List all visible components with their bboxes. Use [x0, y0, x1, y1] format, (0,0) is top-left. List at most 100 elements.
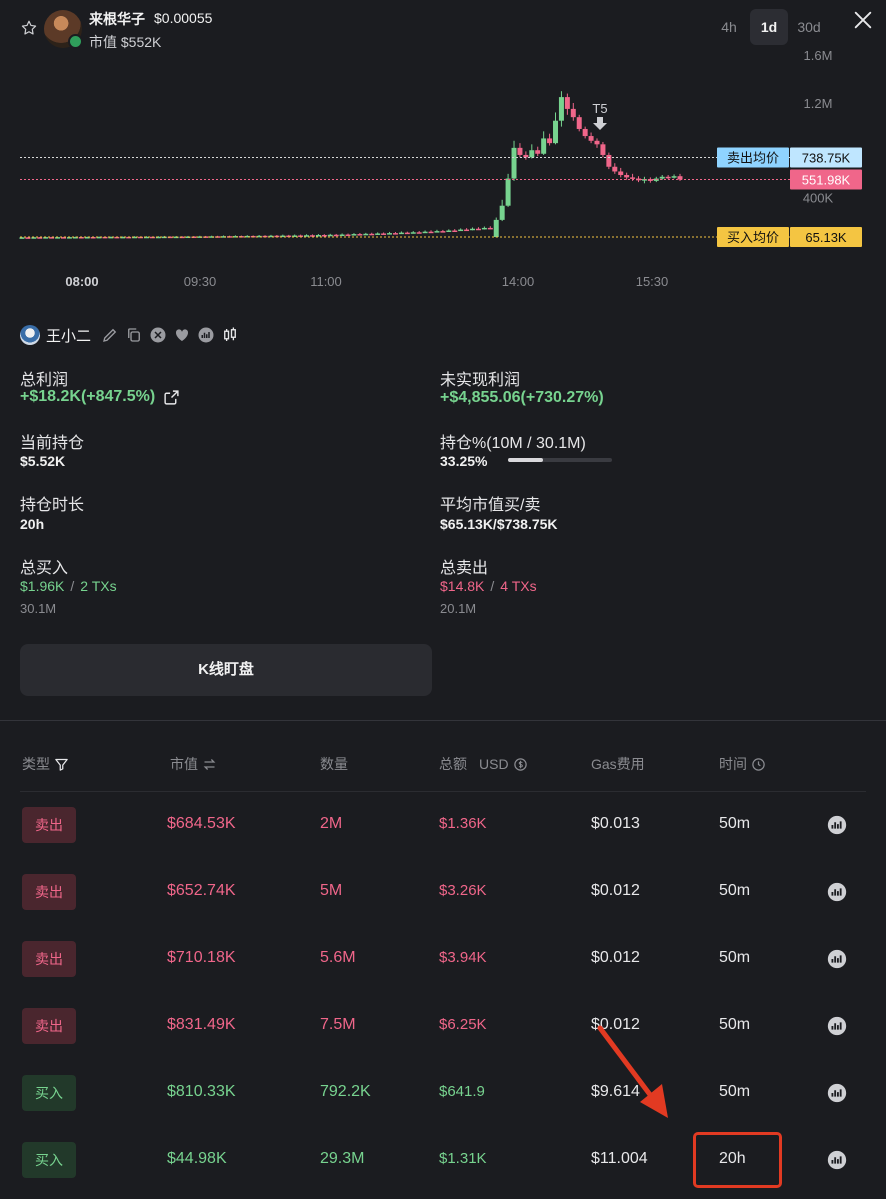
tab-1d[interactable]: 1d: [750, 9, 788, 45]
candle-body: [470, 228, 476, 231]
type-badge: 买入: [22, 1142, 76, 1178]
candle-body: [576, 117, 582, 129]
col-total-label: 总额: [439, 756, 467, 772]
position-pct-bar: [508, 458, 612, 462]
candle-body: [416, 232, 422, 234]
candle-body: [665, 176, 671, 179]
swap-icon[interactable]: [202, 757, 217, 772]
copy-icon[interactable]: [125, 326, 143, 344]
filter-icon[interactable]: [54, 757, 69, 772]
annotation-highlight: [693, 1132, 782, 1188]
col-time[interactable]: 时间: [719, 754, 766, 774]
cell-gas: $0.013: [591, 815, 640, 832]
cell-mcap: $810.33K: [167, 1083, 236, 1100]
total-buy-txs: 2 TXs: [80, 578, 117, 594]
total-profit-value: +$18.2K(+847.5%): [20, 388, 156, 405]
cell-amount: $3.94K: [439, 949, 487, 966]
price-chart[interactable]: 卖出均价 738.75K 551.98K 买入均价 65.13K 1.6M 1.2M 400K…: [0, 46, 886, 296]
total-buy-amount: $1.96K: [20, 578, 65, 594]
candle-body: [659, 176, 665, 179]
chart-icon[interactable]: [826, 1149, 848, 1171]
table-row[interactable]: 卖出 $652.74K 5M $3.26K $0.012 50m: [0, 859, 886, 926]
star-icon[interactable]: [20, 19, 38, 37]
candle-body: [630, 177, 636, 179]
candle-body: [369, 233, 375, 236]
candle-body: [511, 147, 517, 179]
candle-body: [464, 229, 470, 232]
candle-body: [458, 229, 464, 232]
annotation-arrow-icon: [597, 1025, 668, 1118]
total-sell-amount: $14.8K: [440, 578, 485, 594]
chart-icon[interactable]: [197, 326, 215, 344]
close-icon[interactable]: [852, 9, 874, 31]
x-social-icon[interactable]: [149, 326, 167, 344]
cell-amount: $3.26K: [439, 882, 487, 899]
candle-body: [487, 227, 493, 230]
candle-body: [517, 147, 523, 155]
x-tick-label: 09:30: [184, 274, 217, 289]
currency-icon[interactable]: [513, 757, 528, 772]
candle-body: [404, 232, 410, 235]
cell-mcap: $710.18K: [167, 949, 236, 966]
candle-body: [570, 108, 576, 118]
candle-body: [321, 234, 327, 237]
candle-body: [624, 175, 630, 178]
cell-mcap: $652.74K: [167, 882, 236, 899]
external-link-icon[interactable]: [163, 389, 180, 406]
chart-icon[interactable]: [826, 1015, 848, 1037]
trader-name: 王小二: [46, 327, 92, 345]
candle-body: [452, 230, 458, 233]
candle-body: [375, 233, 381, 235]
type-badge: 买入: [22, 1075, 76, 1111]
x-tick-label: 15:30: [636, 274, 669, 289]
total-sell-summary: $14.8K / 4 TXs: [440, 578, 537, 594]
candle-body: [410, 232, 416, 234]
candlestick-icon[interactable]: [221, 326, 239, 344]
position-pct-value: 33.25%: [440, 453, 488, 469]
trader-avatar: [20, 325, 40, 345]
reference-value: 738.75K: [802, 150, 851, 165]
cell-amount: $6.25K: [439, 1016, 487, 1033]
candle-body: [535, 150, 541, 154]
candle-body: [529, 150, 535, 158]
cell-time: 50m: [719, 1016, 751, 1033]
x-tick-label: 08:00: [65, 274, 98, 289]
table-row[interactable]: 买入 $810.33K 792.2K $641.9 $9.614 50m: [0, 1060, 886, 1127]
type-badge: 卖出: [22, 1008, 76, 1044]
edit-icon[interactable]: [101, 326, 119, 344]
col-qty-label: 数量: [320, 756, 348, 772]
candle-body: [357, 234, 363, 236]
y-tick-label: 1.2M: [804, 96, 833, 111]
col-gas-label: Gas费用: [591, 756, 645, 772]
candle-body: [434, 231, 440, 233]
col-type-label: 类型: [22, 756, 50, 772]
total-sell-qty: 20.1M: [440, 601, 477, 616]
table-row[interactable]: 卖出 $684.53K 2M $1.36K $0.013 50m: [0, 792, 886, 859]
reference-label: 卖出均价: [727, 150, 779, 165]
unrealized-profit-value: +$4,855.06(+730.27%): [440, 389, 604, 406]
cell-mcap: $684.53K: [167, 815, 236, 832]
y-tick-label: 400K: [803, 190, 834, 205]
table-row[interactable]: 卖出 $710.18K 5.6M $3.94K $0.012 50m: [0, 926, 886, 993]
col-mcap[interactable]: 市值: [170, 754, 217, 774]
col-type[interactable]: 类型: [22, 754, 69, 774]
chart-icon[interactable]: [826, 948, 848, 970]
kline-watch-button[interactable]: K线盯盘: [20, 644, 432, 696]
tab-30d[interactable]: 30d: [790, 9, 828, 45]
heart-icon[interactable]: [173, 326, 191, 344]
chart-icon[interactable]: [826, 881, 848, 903]
col-total[interactable]: 总额 USD: [439, 754, 528, 774]
y-tick-label: 1.6M: [804, 48, 833, 63]
chart-icon[interactable]: [826, 814, 848, 836]
hold-time-label: 持仓时长: [20, 497, 85, 514]
candle-body: [582, 128, 588, 137]
tab-4h[interactable]: 4h: [710, 9, 748, 45]
candle-body: [553, 120, 559, 144]
chart-icon[interactable]: [826, 1082, 848, 1104]
table-row[interactable]: 卖出 $831.49K 7.5M $6.25K $0.012 50m: [0, 993, 886, 1060]
clock-icon[interactable]: [751, 757, 766, 772]
total-profit: +$18.2K(+847.5%): [20, 388, 180, 406]
candle-body: [333, 234, 339, 237]
token-price: $0.00055: [154, 10, 213, 26]
candle-body: [606, 154, 612, 167]
